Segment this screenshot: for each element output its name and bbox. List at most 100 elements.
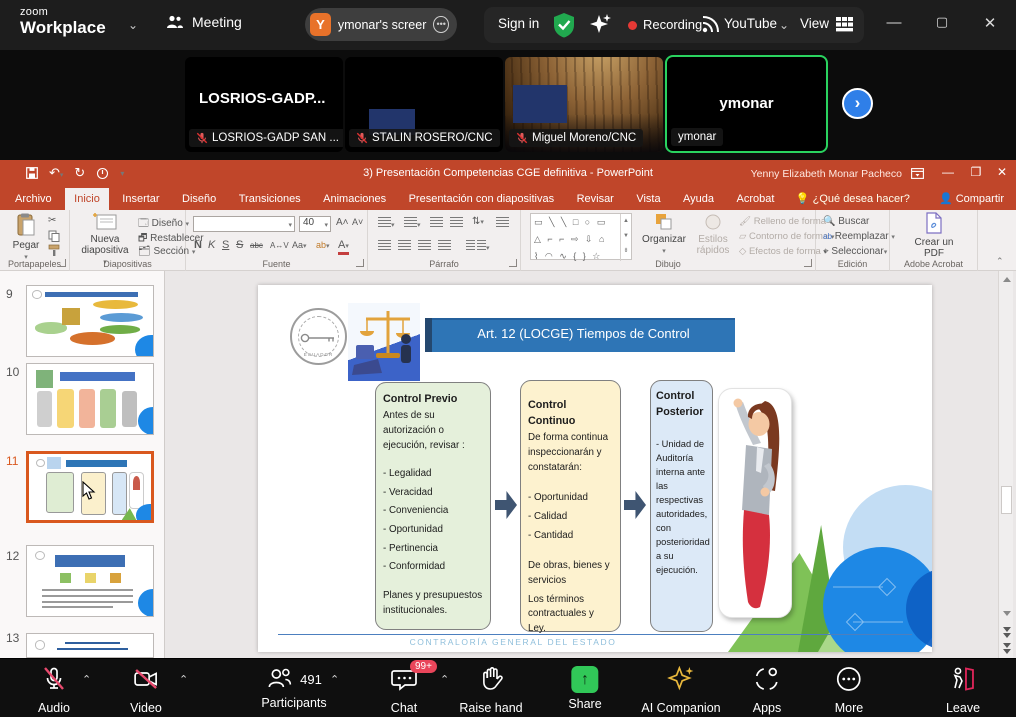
ai-companion-button[interactable]: AI Companion (641, 666, 720, 715)
maximize-button[interactable]: ▢ (928, 14, 956, 30)
chat-options-chevron-icon[interactable]: ⌃ (440, 673, 449, 686)
select-button[interactable]: ⌖ Seleccionar▾ (823, 246, 887, 257)
dialog-launcher-icon[interactable] (58, 259, 66, 267)
tab-transiciones[interactable]: Transiciones (230, 188, 310, 210)
shared-screen-pill[interactable]: Y ymonar's screer ••• (305, 8, 457, 41)
ppt-restore-button[interactable]: ❐ (964, 165, 988, 179)
change-case-button[interactable]: Aa▾ (292, 240, 307, 250)
ppt-minimize-button[interactable]: — (936, 165, 960, 179)
text-direction-button[interactable] (496, 217, 509, 230)
font-size-combo[interactable]: 40▾ (299, 216, 331, 232)
font-name-combo[interactable]: ▾ (193, 216, 295, 232)
video-tile-miguel[interactable]: Miguel Moreno/CNC (505, 57, 663, 152)
slide-canvas[interactable]: ECUADOR Art. 12 (LOCGE) Ti (258, 285, 932, 652)
control-posterior-box[interactable]: Control Posterior - Unidad de Auditoría … (650, 380, 713, 632)
slide-thumbnail-12[interactable] (26, 545, 154, 617)
next-slide-icon2[interactable] (1003, 649, 1011, 654)
more-options-icon[interactable]: ••• (433, 16, 449, 33)
highlight-color-button[interactable]: ab▾ (316, 240, 330, 250)
numbering-button[interactable]: ▾ (404, 217, 421, 230)
scrollbar-thumb[interactable] (1001, 486, 1012, 514)
align-center-button[interactable] (398, 240, 411, 253)
youtube-label[interactable]: YouTube (724, 16, 777, 31)
previous-slide-icon[interactable] (1003, 627, 1011, 632)
ai-sparkle-icon[interactable] (589, 12, 613, 36)
tab-ayuda[interactable]: Ayuda (674, 188, 723, 210)
replace-button[interactable]: ab Reemplazar ▾ (823, 231, 895, 242)
audio-button[interactable]: Audio (38, 666, 70, 715)
copy-icon[interactable] (48, 230, 60, 242)
shapes-scrollbar[interactable]: ▲▼⇟ (620, 214, 631, 261)
vertical-scrollbar[interactable] (998, 271, 1013, 658)
tab-inicio[interactable]: Inicio (65, 188, 109, 210)
strikethrough-button[interactable]: S (236, 239, 243, 251)
control-continuo-box[interactable]: Control Continuo De forma continua inspe… (520, 380, 621, 632)
scroll-down-icon[interactable] (1003, 611, 1011, 616)
grow-font-icon[interactable]: A˄ (336, 217, 349, 228)
apps-button[interactable]: Apps (753, 666, 782, 715)
format-painter-icon[interactable] (48, 244, 60, 256)
shapes-gallery[interactable]: ▭ ╲ ╲ □ ○ ▭ △ ⌐ ⌐ ⇨ ⇩ ⌂ ⌇ ◠ ∿ { } ☆ ▲▼⇟ (530, 213, 632, 260)
columns-button[interactable]: ▾ (466, 240, 490, 253)
ppt-close-button[interactable]: ✕ (990, 165, 1014, 179)
video-button[interactable]: Video (130, 666, 162, 715)
video-tile-ymonar-active[interactable]: ymonar ymonar (665, 55, 828, 153)
youtube-chevron-icon[interactable]: ⌄ (779, 18, 789, 32)
raise-hand-button[interactable]: Raise hand (459, 666, 522, 715)
decrease-indent-icon[interactable] (430, 217, 443, 230)
tab-presentacion[interactable]: Presentación con diapositivas (400, 188, 564, 210)
increase-indent-icon[interactable] (450, 217, 463, 230)
line-spacing-button[interactable]: ⇅▾ (472, 216, 484, 227)
justify-button[interactable] (438, 240, 451, 253)
char-spacing-button[interactable]: A↔V (270, 241, 289, 250)
paste-button[interactable]: Pegar▾ (8, 213, 44, 262)
video-options-chevron-icon[interactable]: ⌃ (179, 673, 188, 686)
dialog-launcher-icon[interactable] (356, 259, 364, 267)
collapse-ribbon-icon[interactable]: ⌃ (996, 256, 1004, 267)
find-button[interactable]: 🔍 Buscar (823, 216, 869, 227)
chat-button[interactable]: 99+ Chat (390, 666, 418, 715)
slide-title-banner[interactable]: Art. 12 (LOCGE) Tiempos de Control (425, 318, 735, 352)
security-shield-icon[interactable] (552, 12, 576, 38)
next-participants-button[interactable]: › (842, 88, 873, 119)
participants-options-chevron-icon[interactable]: ⌃ (330, 673, 339, 686)
shrink-font-icon[interactable]: A˅ (352, 217, 363, 227)
ribbon-display-options-icon[interactable] (911, 168, 924, 179)
underline-button[interactable]: S (222, 239, 229, 251)
workplace-chevron-icon[interactable]: ⌄ (128, 18, 138, 32)
more-button[interactable]: More (835, 666, 863, 715)
tab-animaciones[interactable]: Animaciones (314, 188, 395, 210)
tell-me-box[interactable]: 💡 ¿Qué desea hacer? (788, 188, 918, 210)
tab-insertar[interactable]: Insertar (113, 188, 168, 210)
slide-thumbnail-13[interactable] (26, 633, 154, 658)
tab-archivo[interactable]: Archivo (6, 188, 61, 210)
tab-acrobat[interactable]: Acrobat (727, 188, 783, 210)
dialog-launcher-icon[interactable] (509, 259, 517, 267)
video-tile-stalin[interactable]: STALIN ROSERO/CNC (345, 57, 503, 152)
close-button[interactable]: ✕ (976, 14, 1004, 32)
shadow-button[interactable]: abc (250, 241, 263, 250)
slide-thumbnail-10[interactable] (26, 363, 154, 435)
bullets-button[interactable]: ▾ (378, 217, 395, 230)
tab-vista[interactable]: Vista (627, 188, 669, 210)
font-color-button[interactable]: A▾ (338, 240, 349, 255)
view-grid-icon[interactable] (836, 17, 853, 32)
tab-revisar[interactable]: Revisar (568, 188, 623, 210)
create-pdf-button[interactable]: Crear un PDF (910, 212, 958, 259)
control-previo-box[interactable]: Control Previo Antes de su autorización … (375, 382, 491, 630)
minimize-button[interactable]: — (880, 14, 908, 31)
arrange-button[interactable]: Organizar▾ (639, 213, 689, 256)
quick-styles-button[interactable]: Estilos rápidos (691, 213, 735, 256)
previous-slide-icon2[interactable] (1003, 633, 1011, 638)
align-left-button[interactable] (378, 240, 391, 253)
audio-options-chevron-icon[interactable]: ⌃ (82, 673, 91, 686)
scroll-up-icon[interactable] (1003, 277, 1011, 282)
tab-diseno[interactable]: Diseño (173, 188, 225, 210)
tab-meeting[interactable]: Meeting (166, 14, 242, 30)
leave-button[interactable]: Leave (946, 666, 980, 715)
shape-effects-button[interactable]: ◇ Efectos de forma ▾ (739, 246, 827, 257)
dialog-launcher-icon[interactable] (804, 259, 812, 267)
view-button[interactable]: View (800, 16, 829, 31)
share-document-button[interactable]: 👤 Compartir (939, 188, 1004, 210)
share-button[interactable]: ↑ Share (568, 666, 601, 711)
